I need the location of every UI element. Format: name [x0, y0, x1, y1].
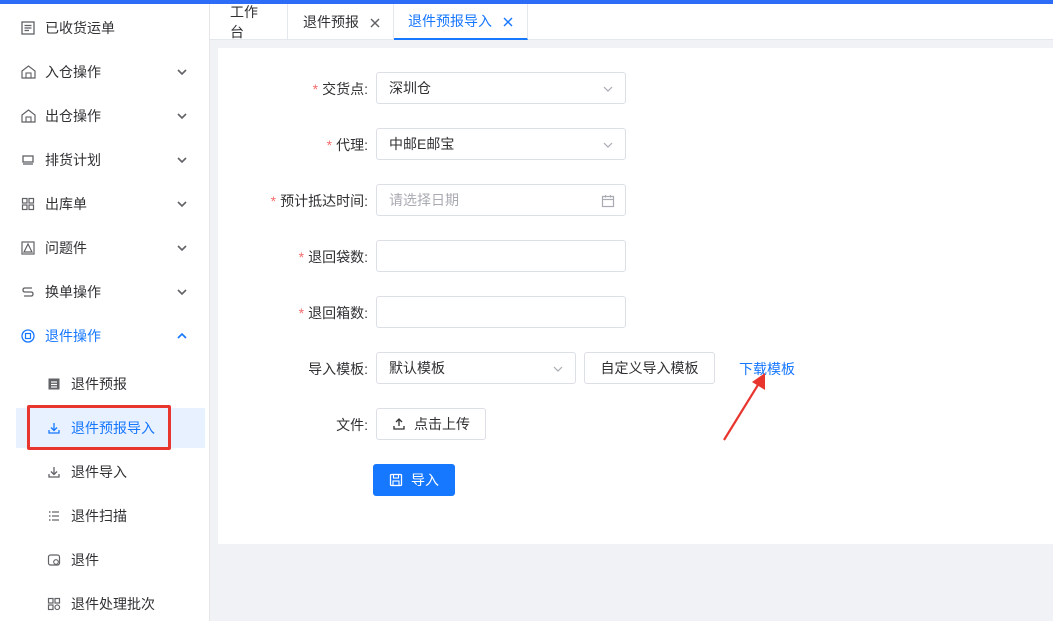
sidebar-subitem-return-import[interactable]: 退件导入	[16, 452, 205, 492]
sidebar-subitem-label: 退件预报导入	[71, 420, 155, 436]
calendar-icon	[601, 194, 615, 208]
chevron-down-icon	[175, 285, 189, 299]
save-icon	[389, 473, 403, 487]
required-mark: *	[298, 249, 305, 265]
tab-workbench[interactable]: 工作台	[210, 4, 288, 40]
sidebar-item-label: 已收货运单	[45, 20, 115, 36]
scan-list-icon	[46, 508, 62, 524]
sidebar-item-label: 排货计划	[45, 152, 101, 168]
chevron-down-icon	[175, 241, 189, 255]
return-bags-input[interactable]	[376, 240, 626, 272]
import-template-select[interactable]: 默认模板	[376, 352, 576, 384]
arrival-date-picker[interactable]: 请选择日期	[376, 184, 626, 216]
document-list-icon	[20, 20, 36, 36]
upload-button[interactable]: 点击上传	[376, 408, 486, 440]
chevron-down-icon	[601, 138, 615, 152]
sidebar-item-order-swap[interactable]: 换单操作	[0, 270, 210, 314]
return-bags-label: * 退回袋数:	[298, 249, 368, 265]
sidebar-subitem-return-scan[interactable]: 退件扫描	[16, 496, 205, 536]
return-boxes-input[interactable]	[376, 296, 626, 328]
sidebar-subitem-return-forecast-import[interactable]: 退件预报导入	[16, 408, 205, 448]
annotation-arrow	[723, 373, 765, 441]
tab-return-forecast-import[interactable]: 退件预报导入	[394, 4, 528, 40]
delivery-point-select[interactable]: 深圳仓	[376, 72, 626, 104]
import-button-label: 导入	[411, 472, 439, 488]
upload-icon	[392, 417, 406, 431]
sidebar-subitem-label: 退件	[71, 552, 99, 568]
sidebar-item-label: 退件操作	[45, 328, 101, 344]
sidebar-item-label: 入仓操作	[45, 64, 101, 80]
sidebar-item-label: 出库单	[45, 196, 87, 212]
sidebar-item-warehouse-out[interactable]: 出仓操作	[0, 94, 210, 138]
chevron-down-icon	[175, 109, 189, 123]
agent-label: * 代理:	[326, 137, 368, 153]
sidebar-item-warehouse-in[interactable]: 入仓操作	[0, 50, 210, 94]
sidebar-item-label: 换单操作	[45, 284, 101, 300]
upload-button-label: 点击上传	[414, 416, 470, 432]
sidebar-subitem-label: 退件处理批次	[71, 596, 155, 612]
sidebar-subitem-label: 退件预报	[71, 376, 127, 392]
chevron-up-icon	[175, 329, 189, 343]
download-icon	[46, 464, 62, 480]
sidebar: 已收货运单 入仓操作 出仓操作 排货计划 出库单 问题件 换单操作 退件操作 退…	[0, 4, 210, 621]
warehouse-in-icon	[20, 64, 36, 80]
required-mark: *	[312, 81, 319, 97]
warehouse-out-icon	[20, 108, 36, 124]
download-icon	[46, 420, 62, 436]
arrival-time-label: * 预计抵达时间:	[270, 193, 368, 209]
package-icon	[46, 552, 62, 568]
arrival-date-placeholder: 请选择日期	[389, 192, 459, 208]
file-label: 文件:	[336, 417, 368, 433]
sidebar-item-problem-items[interactable]: 问题件	[0, 226, 210, 270]
return-boxes-label: * 退回箱数:	[298, 305, 368, 321]
chevron-down-icon	[601, 82, 615, 96]
sidebar-item-received-waybills[interactable]: 已收货运单	[0, 6, 210, 50]
chevron-down-icon	[175, 153, 189, 167]
return-icon	[20, 328, 36, 344]
chevron-down-icon	[175, 197, 189, 211]
required-mark: *	[298, 305, 305, 321]
chevron-down-icon	[551, 362, 565, 376]
tab-label: 退件预报	[303, 14, 359, 30]
sidebar-item-label: 出仓操作	[45, 108, 101, 124]
tab-label: 退件预报导入	[408, 13, 492, 29]
sidebar-subitem-label: 退件导入	[71, 464, 127, 480]
grid-icon	[20, 196, 36, 212]
sidebar-subitem-returns[interactable]: 退件	[16, 540, 205, 580]
tab-return-forecast[interactable]: 退件预报	[288, 4, 394, 40]
sidebar-item-shipping-plan[interactable]: 排货计划	[0, 138, 210, 182]
agent-value: 中邮E邮宝	[389, 136, 455, 152]
batch-grid-icon	[46, 596, 62, 612]
sidebar-subitem-label: 退件扫描	[71, 508, 127, 524]
delivery-point-value: 深圳仓	[389, 80, 431, 96]
sidebar-subitem-return-forecast[interactable]: 退件预报	[16, 364, 205, 404]
chevron-down-icon	[175, 65, 189, 79]
required-mark: *	[270, 193, 277, 209]
custom-import-template-button[interactable]: 自定义导入模板	[584, 352, 715, 384]
delivery-point-label: * 交货点:	[312, 81, 368, 97]
sidebar-item-outbound-order[interactable]: 出库单	[0, 182, 210, 226]
sidebar-item-return-operations[interactable]: 退件操作	[0, 314, 210, 358]
import-button[interactable]: 导入	[373, 464, 455, 496]
swap-icon	[20, 284, 36, 300]
sidebar-subitem-return-batches[interactable]: 退件处理批次	[16, 584, 205, 621]
list-icon	[46, 376, 62, 392]
import-template-value: 默认模板	[389, 360, 445, 376]
sidebar-item-label: 问题件	[45, 240, 87, 256]
agent-select[interactable]: 中邮E邮宝	[376, 128, 626, 160]
truck-icon	[20, 152, 36, 168]
tab-bar: 工作台 退件预报 退件预报导入	[210, 4, 1053, 40]
import-template-label: 导入模板:	[308, 361, 368, 377]
warning-icon	[20, 240, 36, 256]
close-icon[interactable]	[369, 16, 381, 28]
main-content: * 交货点: 深圳仓 * 代理: 中邮E邮宝 * 预计抵达时间: 请选择日期 * 退回袋…	[218, 48, 1053, 544]
close-icon[interactable]	[502, 15, 514, 27]
required-mark: *	[326, 137, 333, 153]
tab-label: 工作台	[230, 4, 258, 40]
